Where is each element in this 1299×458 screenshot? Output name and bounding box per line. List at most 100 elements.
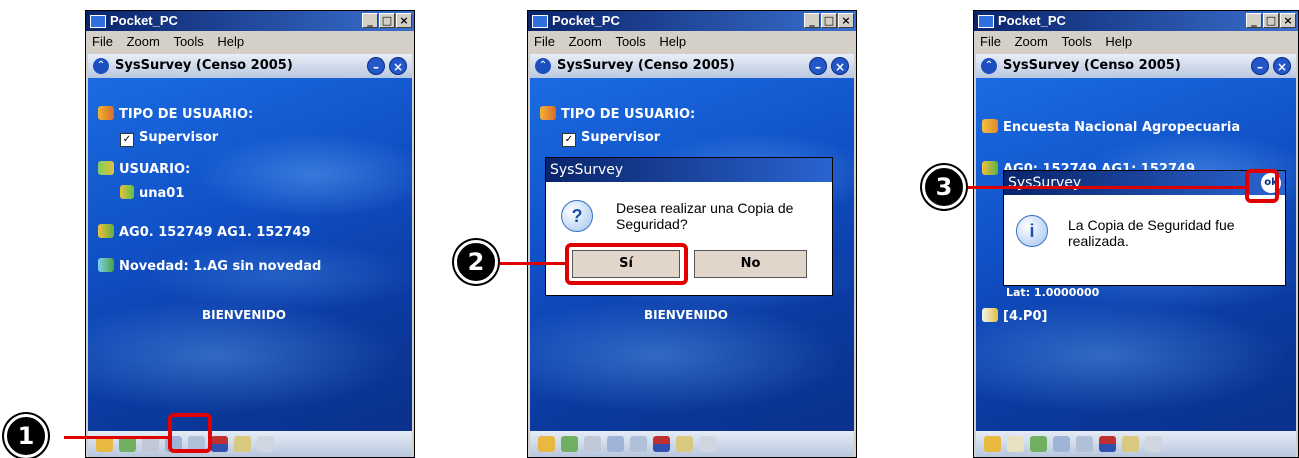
flag-icon[interactable] xyxy=(211,436,228,452)
lat-line: Lat: 1.0000000 xyxy=(1006,286,1100,299)
ag-icon xyxy=(982,161,998,175)
dialog-title: SysSurvey ok xyxy=(1004,171,1285,195)
upload-icon[interactable] xyxy=(1145,436,1162,452)
menu-tools[interactable]: Tools xyxy=(615,34,645,49)
refresh-icon[interactable] xyxy=(630,436,647,452)
users-tool-icon[interactable] xyxy=(561,436,578,452)
app-header: ⌃ SysSurvey (Censo 2005) – × xyxy=(88,54,412,78)
ag-icon xyxy=(98,224,114,238)
minimize-app-button[interactable]: – xyxy=(367,57,385,75)
user-type-label: TIPO DE USUARIO: xyxy=(561,107,696,122)
app-title: SysSurvey (Censo 2005) xyxy=(115,58,293,73)
minimize-app-button[interactable]: – xyxy=(1251,57,1269,75)
maximize-button[interactable]: □ xyxy=(379,13,395,28)
user-value: una01 xyxy=(139,186,185,201)
no-button[interactable]: No xyxy=(694,250,807,278)
upload-icon[interactable] xyxy=(257,436,274,452)
flag-icon[interactable] xyxy=(1099,436,1116,452)
users-tool-icon[interactable] xyxy=(1030,436,1047,452)
pocketpc-window-1: Pocket_PC _ □ × File Zoom Tools Help ⌃ S… xyxy=(85,10,415,458)
menu-help[interactable]: Help xyxy=(217,34,244,49)
backup-icon[interactable] xyxy=(607,436,624,452)
close-app-button[interactable]: × xyxy=(389,57,407,75)
close-app-button[interactable]: × xyxy=(1273,57,1291,75)
brush-icon[interactable] xyxy=(1122,436,1139,452)
step1-highlight xyxy=(168,413,212,453)
maximize-button[interactable]: □ xyxy=(821,13,837,28)
chevron-icon[interactable]: ⌃ xyxy=(93,58,109,74)
minimize-button[interactable]: _ xyxy=(1246,13,1262,28)
status-icon xyxy=(98,258,114,272)
supervisor-checkbox-row[interactable]: ✓ Supervisor xyxy=(562,130,660,147)
chevron-icon[interactable]: ⌃ xyxy=(535,58,551,74)
flag-icon[interactable] xyxy=(653,436,670,452)
menu-file[interactable]: File xyxy=(980,34,1001,49)
refresh-icon[interactable] xyxy=(1076,436,1093,452)
survey-title: Encuesta Nacional Agropecuaria xyxy=(1003,120,1241,135)
app-title: SysSurvey (Censo 2005) xyxy=(1003,58,1181,73)
folder-icon[interactable] xyxy=(984,436,1001,452)
window-app-icon xyxy=(532,15,548,28)
novedad-row: Novedad: 1.AG sin novedad xyxy=(98,258,321,274)
window-titlebar: Pocket_PC _ □ × xyxy=(974,11,1298,31)
welcome-text: BIENVENIDO xyxy=(644,308,729,322)
close-button[interactable]: × xyxy=(838,13,854,28)
user-type-value: Supervisor xyxy=(581,130,661,145)
menu-help[interactable]: Help xyxy=(659,34,686,49)
menu-file[interactable]: File xyxy=(92,34,113,49)
close-button[interactable]: × xyxy=(396,13,412,28)
form-tool-icon[interactable] xyxy=(1007,436,1024,452)
folder-open-icon xyxy=(982,119,998,133)
menu-tools[interactable]: Tools xyxy=(173,34,203,49)
user-icon xyxy=(98,161,114,175)
step3-connector xyxy=(960,186,1248,189)
close-button[interactable]: × xyxy=(1280,13,1296,28)
supervisor-checkbox-row[interactable]: ✓ Supervisor xyxy=(120,130,218,147)
menu-file[interactable]: File xyxy=(534,34,555,49)
novedad-text: Novedad: 1.AG sin novedad xyxy=(119,259,322,274)
brush-icon[interactable] xyxy=(676,436,693,452)
menu-bar: File Zoom Tools Help xyxy=(86,32,414,52)
menu-bar: File Zoom Tools Help xyxy=(974,32,1298,52)
user-label: USUARIO: xyxy=(119,162,191,177)
upload-icon[interactable] xyxy=(699,436,716,452)
minimize-app-button[interactable]: – xyxy=(809,57,827,75)
question-icon: ? xyxy=(561,200,593,232)
close-app-button[interactable]: × xyxy=(831,57,849,75)
chevron-icon[interactable]: ⌃ xyxy=(981,58,997,74)
user-row: USUARIO: xyxy=(98,161,190,177)
menu-zoom[interactable]: Zoom xyxy=(1015,34,1048,49)
window-titlebar: Pocket_PC _ □ × xyxy=(86,11,414,31)
minimize-button[interactable]: _ xyxy=(362,13,378,28)
menu-help[interactable]: Help xyxy=(1105,34,1132,49)
checkbox-checked-icon[interactable]: ✓ xyxy=(120,133,134,147)
step3-highlight xyxy=(1245,169,1279,203)
app-title: SysSurvey (Censo 2005) xyxy=(557,58,735,73)
folder-icon[interactable] xyxy=(538,436,555,452)
welcome-text: BIENVENIDO xyxy=(202,308,287,322)
user-type-row: TIPO DE USUARIO: xyxy=(98,106,253,122)
menu-zoom[interactable]: Zoom xyxy=(569,34,602,49)
dialog-message: Desea realizar una Copia de Seguridad? xyxy=(616,200,794,232)
brush-icon[interactable] xyxy=(234,436,251,452)
step1-connector xyxy=(64,436,172,439)
step1-badge: 1 xyxy=(4,414,48,458)
copy-icon[interactable] xyxy=(584,436,601,452)
menu-tools[interactable]: Tools xyxy=(1061,34,1091,49)
form-icon xyxy=(982,308,998,322)
step2-highlight xyxy=(565,243,688,285)
maximize-button[interactable]: □ xyxy=(1263,13,1279,28)
step2-connector xyxy=(500,262,568,265)
survey-title-row: Encuesta Nacional Agropecuaria xyxy=(982,119,1240,135)
checkbox-checked-icon[interactable]: ✓ xyxy=(562,133,576,147)
window-app-icon xyxy=(978,15,994,28)
ag-row: AG0. 152749 AG1. 152749 xyxy=(98,224,311,240)
app-header: ⌃ SysSurvey (Censo 2005) – × xyxy=(530,54,854,78)
minimize-button[interactable]: _ xyxy=(804,13,820,28)
taskbar xyxy=(976,431,1296,457)
user-type-row: TIPO DE USUARIO: xyxy=(540,106,695,122)
user-type-value: Supervisor xyxy=(139,130,219,145)
menu-zoom[interactable]: Zoom xyxy=(127,34,160,49)
window-title: Pocket_PC xyxy=(110,13,178,28)
backup-icon[interactable] xyxy=(1053,436,1070,452)
